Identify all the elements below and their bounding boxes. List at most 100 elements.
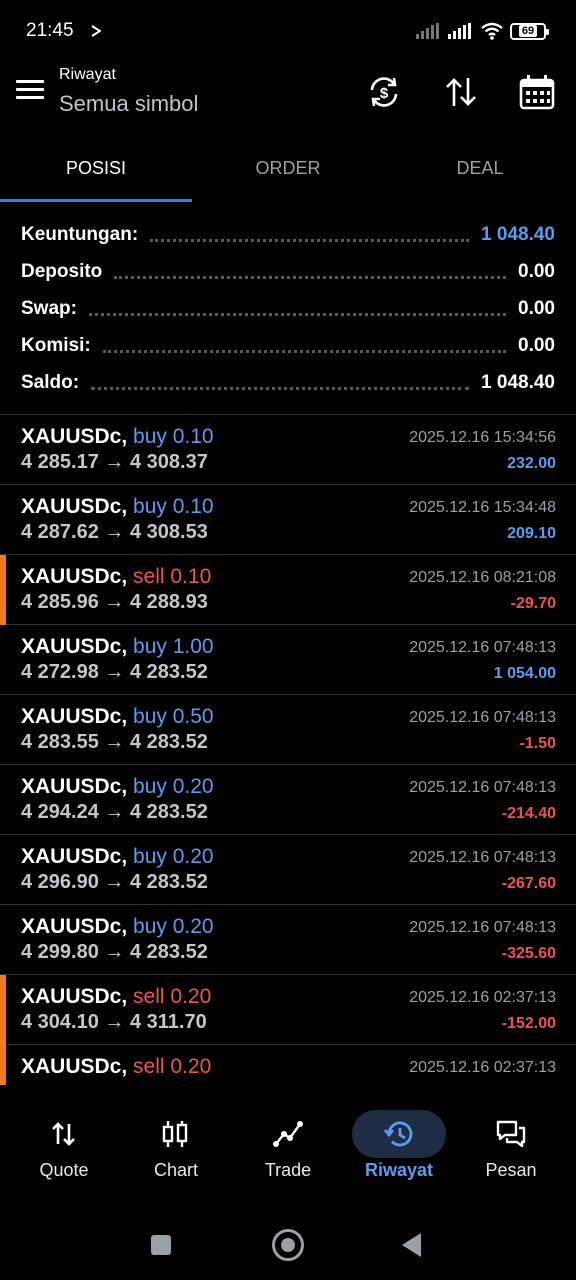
deal-direction: buy 1.00 <box>133 635 214 658</box>
bottom-nav: Quote Chart Trade Riwayat Pesan <box>0 1100 576 1200</box>
deal-direction: buy 0.50 <box>133 705 214 728</box>
deal-profit: -152.00 <box>501 1015 556 1032</box>
summary-label: Keuntungan: <box>21 224 139 245</box>
nav-trade[interactable]: Trade <box>232 1110 344 1181</box>
summary-value: 1 048.40 <box>481 372 555 393</box>
deal-prices: 4 296.90 → 4 283.52 <box>21 871 208 893</box>
deal-direction: buy 0.10 <box>133 495 214 518</box>
media-play-icon <box>91 25 101 37</box>
tabs: POSISI ORDER DEAL <box>0 140 576 202</box>
deal-time: 2025.12.16 15:34:56 <box>409 429 556 446</box>
tab-posisi[interactable]: POSISI <box>0 158 192 179</box>
list-item[interactable]: XAUUSDc, buy 0.20 4 294.24 → 4 283.52 20… <box>0 765 576 835</box>
wifi-icon <box>481 22 503 40</box>
deal-profit: 209.10 <box>507 525 556 542</box>
deal-prices: 4 283.55 → 4 283.52 <box>21 731 208 753</box>
summary-label: Deposito <box>21 261 103 282</box>
summary-value: 1 048.40 <box>481 224 555 245</box>
summary-value: 0.00 <box>518 298 555 319</box>
list-item[interactable]: XAUUSDc, sell 0.20 4 304.10 → 4 311.70 2… <box>0 975 576 1045</box>
status-bar: 21:45 69 <box>0 0 576 64</box>
deal-symbol: XAUUSDc, buy 1.00 <box>21 635 214 658</box>
summary-label: Komisi: <box>21 335 91 356</box>
chart-icon <box>162 1121 188 1147</box>
deal-prices: 4 294.24 → 4 283.52 <box>21 801 208 823</box>
nav-chart[interactable]: Chart <box>120 1110 232 1181</box>
deal-time: 2025.12.16 07:48:13 <box>409 849 556 866</box>
battery-icon: 69 <box>510 22 549 40</box>
summary-row-commission: Komisi: 0.00 <box>21 331 555 361</box>
deal-direction: buy 0.20 <box>133 915 214 938</box>
summary-label: Saldo: <box>21 372 80 393</box>
list-item[interactable]: XAUUSDc, buy 0.20 4 299.80 → 4 283.52 20… <box>0 905 576 975</box>
calendar-icon[interactable] <box>517 72 557 112</box>
list-item[interactable]: XAUUSDc, buy 1.00 4 272.98 → 4 283.52 20… <box>0 625 576 695</box>
list-item[interactable]: XAUUSDc, sell 0.10 4 285.96 → 4 288.93 2… <box>0 555 576 625</box>
dotted-leader <box>88 312 507 316</box>
dotted-leader <box>91 386 470 390</box>
deal-symbol: XAUUSDc, buy 0.50 <box>21 705 214 728</box>
deal-profit: 232.00 <box>507 455 556 472</box>
history-icon <box>383 1121 413 1147</box>
nav-pesan[interactable]: Pesan <box>455 1110 567 1181</box>
currency-exchange-icon[interactable]: $ <box>364 72 404 112</box>
deal-marker <box>0 555 6 625</box>
home-button[interactable] <box>272 1229 304 1261</box>
deal-symbol: XAUUSDc, buy 0.10 <box>21 425 214 448</box>
deal-prices: 4 304.10 → 4 311.70 <box>21 1011 207 1033</box>
summary-row-balance: Saldo: 1 048.40 <box>21 368 555 398</box>
menu-button[interactable] <box>16 80 44 102</box>
deal-prices: 4 272.98 → 4 283.52 <box>21 661 208 683</box>
symbol-filter[interactable]: Semua simbol <box>59 91 198 117</box>
deal-time: 2025.12.16 07:48:13 <box>409 639 556 656</box>
nav-quote[interactable]: Quote <box>8 1110 120 1181</box>
deal-profit: -1.50 <box>519 735 556 752</box>
deal-prices: 4 299.80 → 4 283.52 <box>21 941 208 963</box>
deal-direction: buy 0.10 <box>133 425 214 448</box>
deal-symbol: XAUUSDc, sell 0.10 <box>21 565 212 588</box>
list-item[interactable]: XAUUSDc, sell 0.20 2025.12.16 02:37:13 <box>0 1045 576 1085</box>
summary-row-profit: Keuntungan: 1 048.40 <box>21 220 555 250</box>
deal-symbol: XAUUSDc, sell 0.20 <box>21 1055 212 1078</box>
signal-icon <box>448 23 471 39</box>
dotted-leader <box>114 275 507 279</box>
summary-row-deposit: Deposito 0.00 <box>21 257 555 287</box>
deal-profit: -29.70 <box>510 595 556 612</box>
deal-time: 2025.12.16 08:21:08 <box>409 569 556 586</box>
signal-icon <box>416 23 439 39</box>
summary-row-swap: Swap: 0.00 <box>21 294 555 324</box>
sort-icon[interactable] <box>441 72 481 112</box>
dotted-leader <box>150 238 470 242</box>
nav-riwayat[interactable]: Riwayat <box>343 1110 455 1181</box>
deal-list: XAUUSDc, buy 0.10 4 285.17 → 4 308.37 20… <box>0 415 576 1085</box>
list-item[interactable]: XAUUSDc, buy 0.10 4 285.17 → 4 308.37 20… <box>0 415 576 485</box>
summary-value: 0.00 <box>518 261 555 282</box>
summary-value: 0.00 <box>518 335 555 356</box>
deal-profit: -214.40 <box>501 805 556 822</box>
quote-icon <box>52 1122 75 1146</box>
svg-text:$: $ <box>380 85 389 102</box>
deal-time: 2025.12.16 02:37:13 <box>409 989 556 1006</box>
deal-prices: 4 287.62 → 4 308.53 <box>21 521 208 543</box>
deal-symbol: XAUUSDc, buy 0.20 <box>21 845 214 868</box>
list-item[interactable]: XAUUSDc, buy 0.20 4 296.90 → 4 283.52 20… <box>0 835 576 905</box>
list-item[interactable]: XAUUSDc, buy 0.10 4 287.62 → 4 308.53 20… <box>0 485 576 555</box>
tab-order[interactable]: ORDER <box>192 158 384 179</box>
dotted-leader <box>102 349 507 353</box>
deal-profit: 1 054.00 <box>493 665 556 682</box>
deal-time: 2025.12.16 07:48:13 <box>409 919 556 936</box>
deal-direction: sell 0.20 <box>133 985 212 1008</box>
deal-profit: -325.60 <box>501 945 556 962</box>
back-button[interactable] <box>402 1233 421 1257</box>
deal-direction: buy 0.20 <box>133 775 214 798</box>
tab-deal[interactable]: DEAL <box>384 158 576 179</box>
recents-button[interactable] <box>151 1235 171 1255</box>
list-item[interactable]: XAUUSDc, buy 0.50 4 283.55 → 4 283.52 20… <box>0 695 576 765</box>
status-time: 21:45 <box>26 20 74 41</box>
deal-prices: 4 285.17 → 4 308.37 <box>21 451 208 473</box>
active-tab-indicator <box>0 199 192 202</box>
deal-symbol: XAUUSDc, buy 0.10 <box>21 495 214 518</box>
messages-icon <box>496 1120 526 1148</box>
deal-direction: sell 0.10 <box>133 565 212 588</box>
deal-symbol: XAUUSDc, buy 0.20 <box>21 775 214 798</box>
